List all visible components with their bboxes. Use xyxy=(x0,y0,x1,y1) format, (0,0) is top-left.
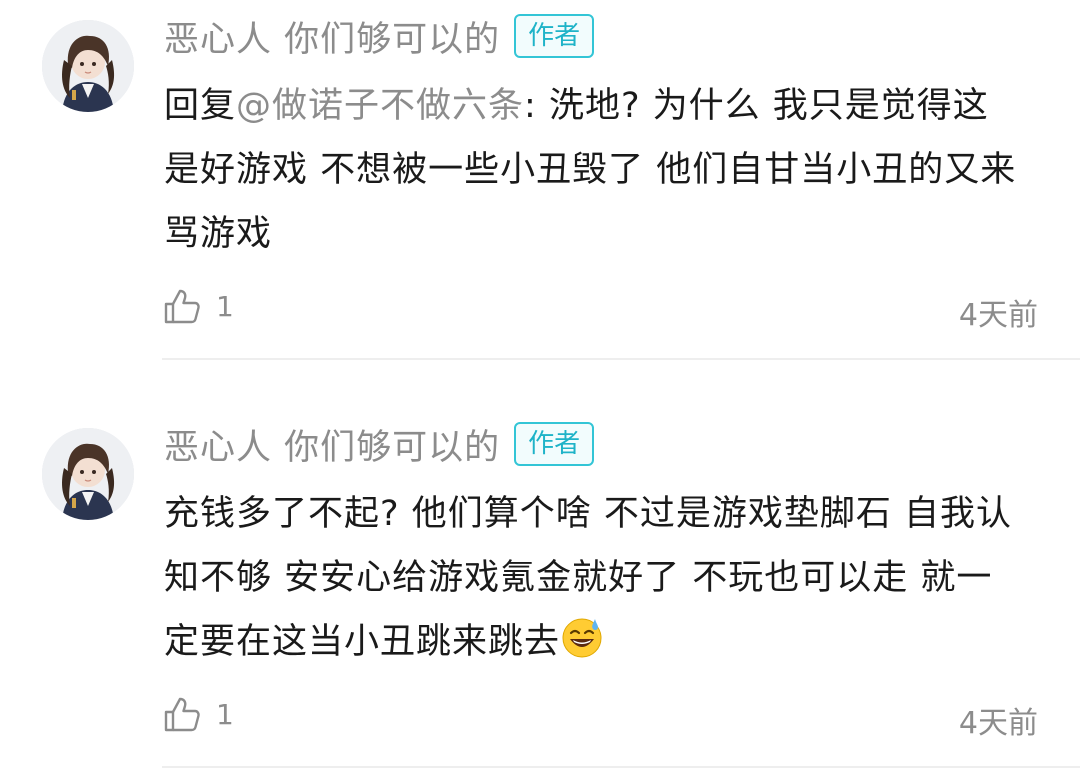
author-name[interactable]: 恶心人 你们够可以的 xyxy=(164,419,500,470)
reply-prefix: 回复 xyxy=(164,86,237,126)
author-name[interactable]: 恶心人 你们够可以的 xyxy=(164,11,500,62)
comment-actions: 1 4天前 xyxy=(162,690,1042,742)
timestamp: 4天前 xyxy=(958,706,1038,741)
like-count: 1 xyxy=(216,289,234,323)
avatar[interactable] xyxy=(42,428,134,520)
thumbs-up-icon xyxy=(162,694,202,734)
avatar[interactable] xyxy=(42,20,134,112)
like-count: 1 xyxy=(216,697,234,731)
comment-actions: 1 4天前 xyxy=(162,282,1042,334)
comment-content[interactable]: 充钱多了不起? 他们算个啥 不过是游戏垫脚石 自我认知不够 安安心给游戏氪金就好… xyxy=(164,482,1024,674)
author-badge: 作者 xyxy=(514,14,595,58)
reply-mention[interactable]: @做诺子不做六条 xyxy=(236,86,524,126)
author-row: 恶心人 你们够可以的 作者 xyxy=(164,416,595,472)
timestamp: 4天前 xyxy=(958,298,1038,333)
divider xyxy=(162,358,1080,360)
divider xyxy=(162,766,1080,768)
author-badge: 作者 xyxy=(514,422,595,466)
author-row: 恶心人 你们够可以的 作者 xyxy=(164,8,595,64)
sweat-smile-emoji-icon xyxy=(560,615,604,659)
like-button[interactable]: 1 xyxy=(162,694,234,734)
like-button[interactable]: 1 xyxy=(162,286,234,326)
thumbs-up-icon xyxy=(162,286,202,326)
comment-content[interactable]: 回复@做诺子不做六条: 洗地? 为什么 我只是觉得这是好游戏 不想被一些小丑毁了… xyxy=(164,74,1024,266)
